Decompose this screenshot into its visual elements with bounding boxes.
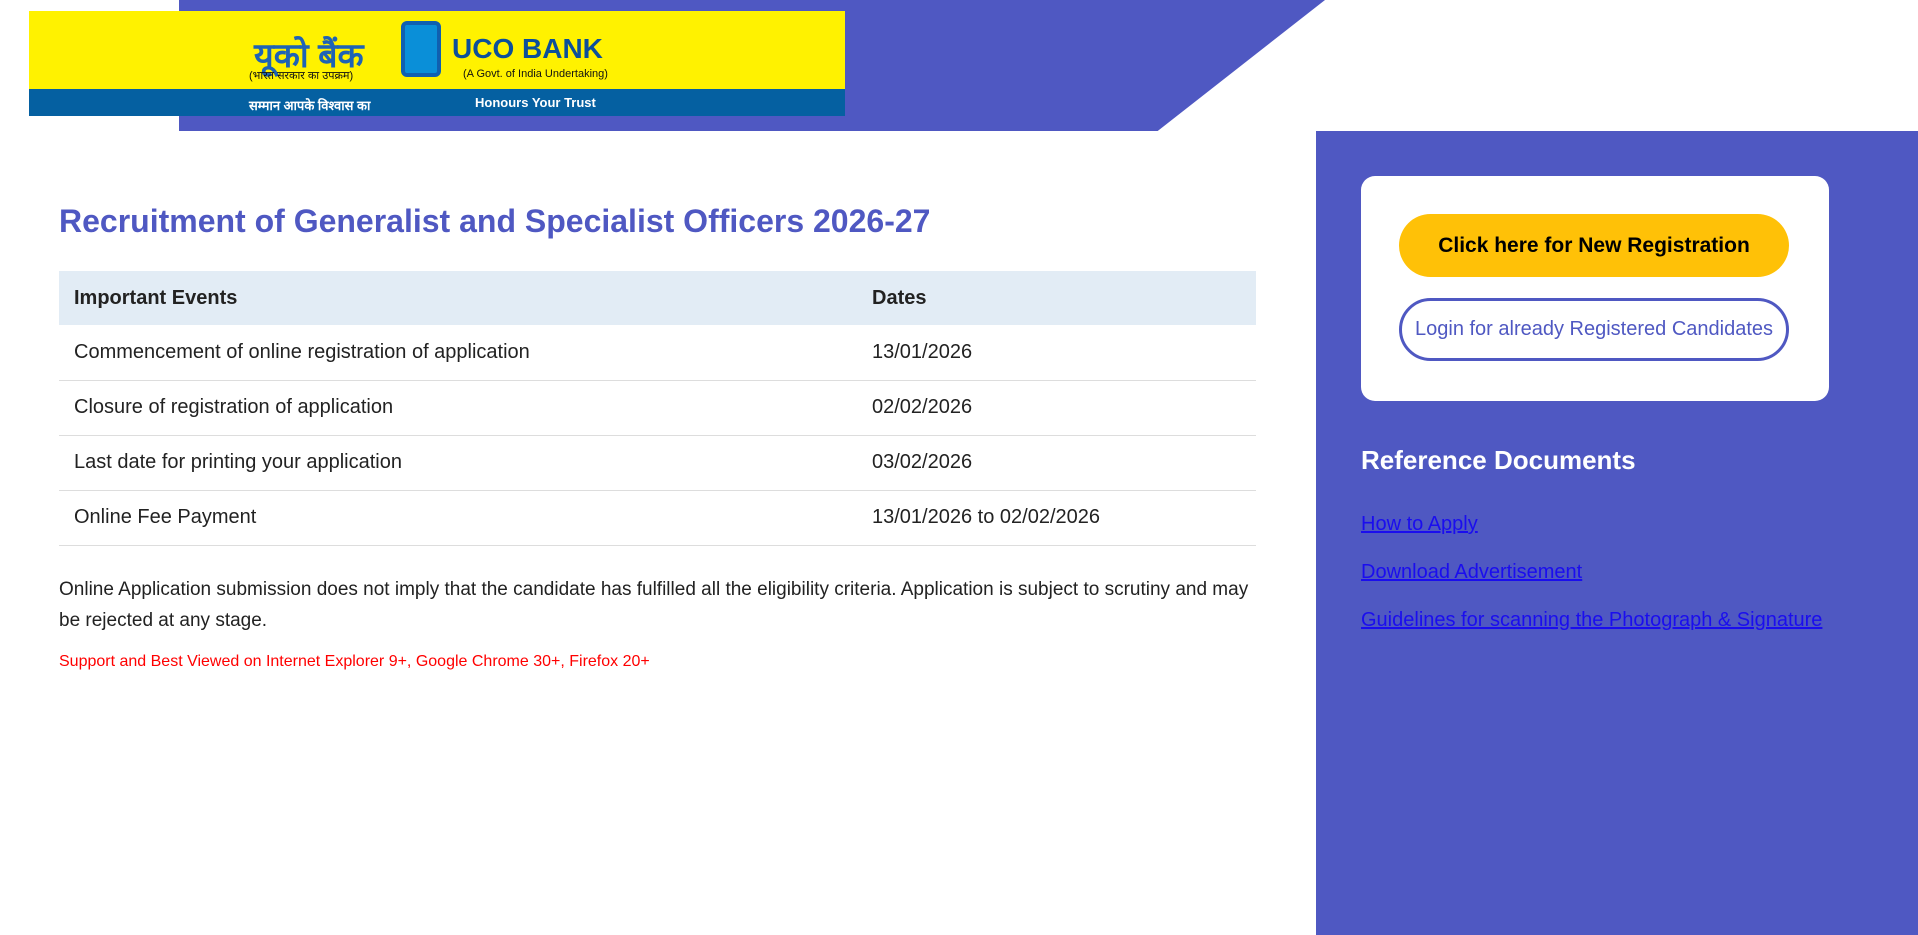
uco-bank-logo: यूको बैंक UCO BANK (भारत सरकार का उपक्रम… — [29, 11, 845, 116]
new-registration-button[interactable]: Click here for New Registration — [1399, 214, 1789, 277]
event-name: Online Fee Payment — [59, 490, 857, 545]
table-row: Online Fee Payment13/01/2026 to 02/02/20… — [59, 490, 1256, 545]
logo-tagline-hindi: सम्मान आपके विश्वास का — [249, 96, 370, 114]
download-advertisement-link[interactable]: Download Advertisement — [1361, 561, 1582, 584]
scanning-guidelines-link[interactable]: Guidelines for scanning the Photograph &… — [1361, 609, 1822, 632]
sidebar: Click here for New Registration Login fo… — [1316, 131, 1918, 935]
logo-tagline: Honours Your Trust — [475, 95, 596, 110]
logo-hindi-sub: (भारत सरकार का उपक्रम) — [249, 68, 353, 83]
login-button[interactable]: Login for already Registered Candidates — [1399, 298, 1789, 361]
reference-documents-heading: Reference Documents — [1361, 445, 1636, 476]
column-header: Important Events — [59, 271, 857, 325]
table-row: Commencement of online registration of a… — [59, 325, 1256, 380]
logo-english-sub: (A Govt. of India Undertaking) — [463, 68, 608, 80]
event-date: 13/01/2026 to 02/02/2026 — [857, 490, 1256, 545]
event-date: 13/01/2026 — [857, 325, 1256, 380]
browser-support-note: Support and Best Viewed on Internet Expl… — [59, 653, 650, 671]
table-row: Last date for printing your application0… — [59, 435, 1256, 490]
event-name: Last date for printing your application — [59, 435, 857, 490]
registration-card: Click here for New Registration Login fo… — [1361, 176, 1829, 401]
page-title: Recruitment of Generalist and Specialist… — [59, 203, 930, 240]
events-table: Important EventsDates Commencement of on… — [59, 271, 1256, 546]
table-row: Closure of registration of application02… — [59, 380, 1256, 435]
column-header: Dates — [857, 271, 1256, 325]
event-name: Closure of registration of application — [59, 380, 857, 435]
event-date: 03/02/2026 — [857, 435, 1256, 490]
how-to-apply-link[interactable]: How to Apply — [1361, 513, 1478, 536]
event-name: Commencement of online registration of a… — [59, 325, 857, 380]
disclaimer-note: Online Application submission does not i… — [59, 574, 1259, 636]
event-date: 02/02/2026 — [857, 380, 1256, 435]
logo-english: UCO BANK — [452, 33, 603, 65]
uco-emblem-icon — [401, 21, 441, 77]
